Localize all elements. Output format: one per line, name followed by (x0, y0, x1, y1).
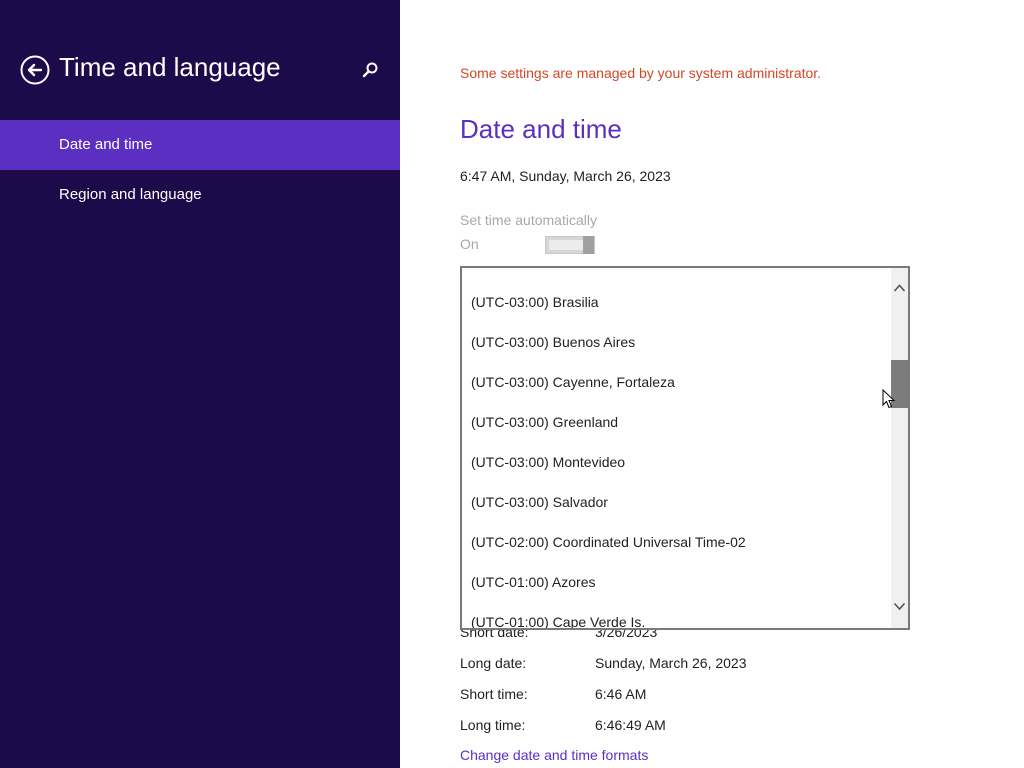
settings-window: Time and language Date and time Region a… (0, 0, 1024, 768)
dropdown-scrollbar[interactable] (891, 268, 908, 628)
time-zone-option[interactable]: (UTC-03:00) Salvador (462, 482, 892, 522)
change-formats-link[interactable]: Change date and time formats (460, 747, 648, 763)
time-zone-options: (UTC-03:00) Brasilia (UTC-03:00) Buenos … (462, 268, 892, 628)
chevron-up-icon (893, 284, 906, 292)
time-zone-option[interactable]: (UTC-01:00) Cape Verde Is. (462, 602, 892, 628)
search-icon (362, 62, 378, 78)
format-label: Long time: (460, 717, 526, 733)
nav-item-label: Date and time (59, 136, 153, 153)
time-zone-option[interactable]: (UTC-02:00) Coordinated Universal Time-0… (462, 522, 892, 562)
set-time-automatically-label: Set time automatically (460, 212, 597, 228)
format-label: Short time: (460, 686, 528, 702)
mouse-pointer-icon (882, 388, 896, 409)
set-time-automatically-state: On (460, 236, 479, 252)
back-button[interactable] (20, 55, 50, 85)
admin-message: Some settings are managed by your system… (460, 65, 822, 81)
time-zone-option[interactable]: (UTC-03:00) Brasilia (462, 282, 892, 322)
scroll-up-button[interactable] (891, 278, 908, 298)
time-zone-option[interactable]: (UTC-03:00) Cayenne, Fortaleza (462, 362, 892, 402)
time-zone-option[interactable]: (UTC-03:00) Buenos Aires (462, 322, 892, 362)
format-label: Long date: (460, 655, 527, 671)
toggle-track (549, 240, 583, 250)
nav-pane: Time and language Date and time Region a… (0, 0, 400, 768)
time-zone-dropdown-list[interactable]: (UTC-03:00) Brasilia (UTC-03:00) Buenos … (460, 266, 910, 630)
chevron-down-icon (893, 602, 906, 611)
format-value: 6:46:49 AM (595, 717, 666, 733)
nav-item-date-and-time[interactable]: Date and time (0, 120, 400, 170)
nav-item-label: Region and language (59, 186, 202, 203)
format-value: 6:46 AM (595, 686, 647, 702)
scroll-down-button[interactable] (891, 596, 908, 616)
time-zone-option[interactable]: (UTC-01:00) Azores (462, 562, 892, 602)
back-arrow-icon (20, 55, 50, 85)
set-time-automatically-toggle[interactable] (545, 236, 595, 254)
toggle-thumb (583, 236, 594, 254)
time-zone-option[interactable] (462, 268, 892, 282)
time-zone-option[interactable]: (UTC-03:00) Greenland (462, 402, 892, 442)
current-datetime: 6:47 AM, Sunday, March 26, 2023 (460, 168, 671, 184)
format-value: Sunday, March 26, 2023 (595, 655, 747, 671)
nav-item-region-and-language[interactable]: Region and language (0, 170, 400, 220)
page-title: Time and language (59, 52, 281, 82)
time-zone-option[interactable]: (UTC-03:00) Montevideo (462, 442, 892, 482)
section-title: Date and time (460, 114, 622, 144)
search-button[interactable] (360, 60, 380, 80)
